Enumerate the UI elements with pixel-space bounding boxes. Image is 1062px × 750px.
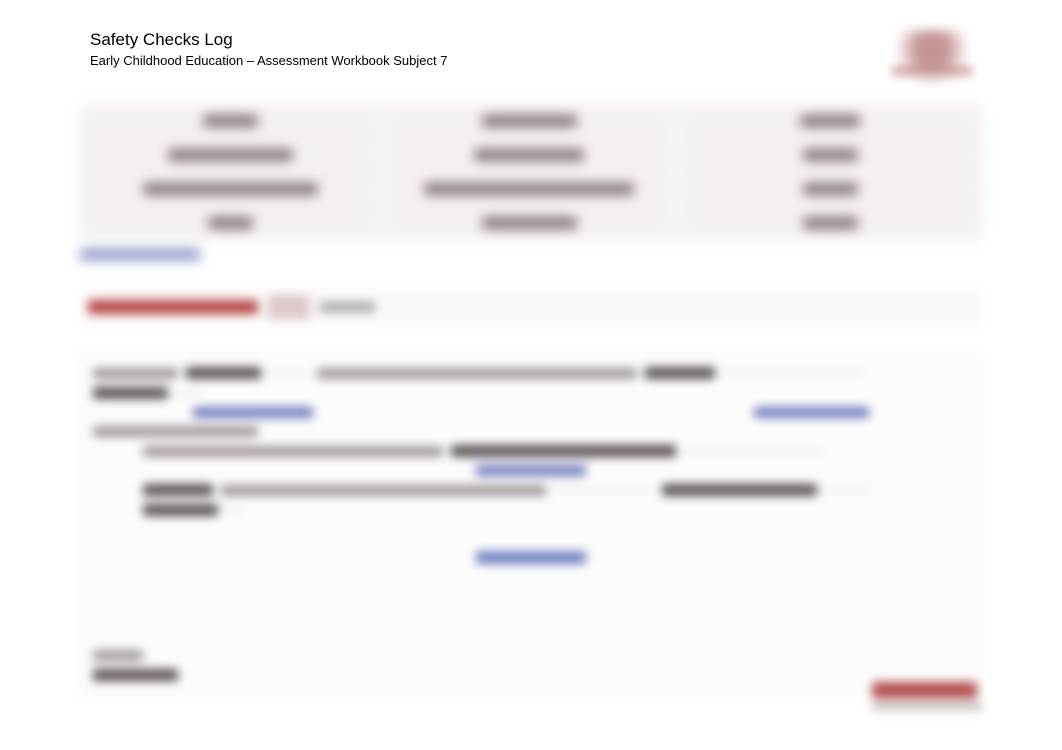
footer-logo-text <box>872 682 977 698</box>
body-panel <box>80 354 982 694</box>
link-row <box>93 407 969 418</box>
blurred-link <box>754 407 869 418</box>
document-title: Safety Checks Log <box>90 30 447 50</box>
paragraph-line <box>93 367 969 379</box>
table-row <box>80 173 982 205</box>
header-text-block: Safety Checks Log Early Childhood Educat… <box>90 30 447 68</box>
table-cell <box>678 139 982 171</box>
table-cell <box>678 105 982 137</box>
table-cell <box>80 139 380 171</box>
table-cell <box>678 207 982 239</box>
footer-tagline <box>872 702 982 710</box>
blurred-content-area <box>0 95 1062 694</box>
blurred-link <box>193 407 313 418</box>
blurred-link <box>476 551 586 564</box>
blurred-link <box>80 249 200 260</box>
centered-link <box>93 465 969 476</box>
highlight-box <box>268 295 310 319</box>
table-row <box>80 139 982 171</box>
paragraph-line <box>93 426 969 437</box>
table-row <box>80 105 982 137</box>
list-item <box>93 504 969 516</box>
paragraph-line <box>93 669 186 681</box>
table-cell <box>384 105 674 137</box>
bottom-text-block <box>93 650 186 681</box>
table-cell <box>384 173 674 205</box>
list-item <box>93 445 969 457</box>
blurred-link <box>476 465 586 476</box>
center-link-row <box>93 551 969 569</box>
highlight-bar <box>80 290 982 324</box>
highlight-text <box>88 300 258 314</box>
paragraph-line <box>93 387 969 399</box>
data-table <box>80 105 982 241</box>
footer-brand <box>872 682 982 710</box>
table-cell <box>678 173 982 205</box>
paragraph-line <box>93 650 186 661</box>
table-cell <box>80 173 380 205</box>
page-header: Safety Checks Log Early Childhood Educat… <box>0 10 1062 95</box>
table-cell <box>80 105 380 137</box>
link-line <box>80 247 982 265</box>
list-item <box>93 484 969 496</box>
small-label <box>320 302 375 312</box>
brand-logo <box>882 30 982 85</box>
table-row <box>80 207 982 239</box>
table-cell <box>384 207 674 239</box>
table-cell <box>384 139 674 171</box>
table-cell <box>80 207 380 239</box>
document-subtitle: Early Childhood Education – Assessment W… <box>90 53 447 68</box>
